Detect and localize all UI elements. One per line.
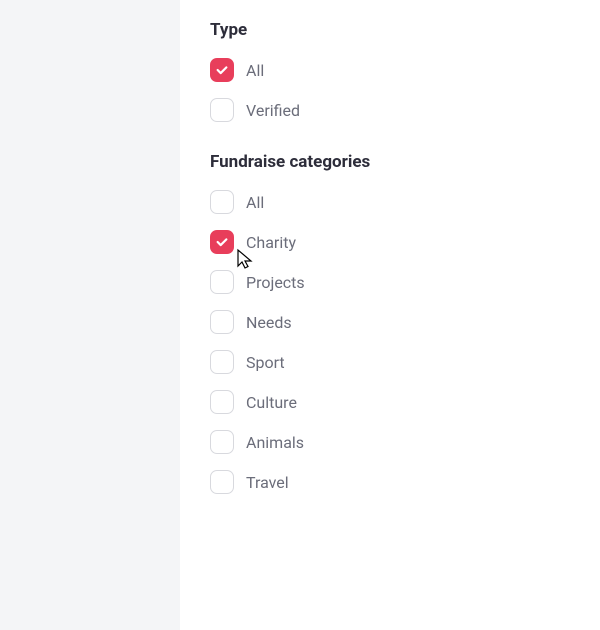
categories-title: Fundraise categories — [210, 152, 570, 172]
cursor-icon — [236, 248, 256, 272]
checkbox-category-needs[interactable] — [210, 310, 234, 334]
checkbox-category-sport[interactable] — [210, 350, 234, 374]
checkbox-category-culture[interactable] — [210, 390, 234, 414]
checkbox-category-all[interactable] — [210, 190, 234, 214]
type-label-verified: Verified — [246, 101, 300, 120]
checkbox-category-travel[interactable] — [210, 470, 234, 494]
type-option-all[interactable]: All — [210, 58, 570, 82]
type-label-all: All — [246, 61, 264, 80]
checkbox-category-projects[interactable] — [210, 270, 234, 294]
checkbox-category-charity[interactable] — [210, 230, 234, 254]
sidebar-spacer — [0, 0, 180, 630]
checkbox-category-animals[interactable] — [210, 430, 234, 454]
checkbox-verified[interactable] — [210, 98, 234, 122]
category-option-needs[interactable]: Needs — [210, 310, 570, 334]
type-title: Type — [210, 20, 570, 40]
category-option-sport[interactable]: Sport — [210, 350, 570, 374]
category-label-animals: Animals — [246, 433, 304, 452]
category-option-all[interactable]: All — [210, 190, 570, 214]
category-option-travel[interactable]: Travel — [210, 470, 570, 494]
checkmark-icon — [215, 63, 229, 77]
category-option-animals[interactable]: Animals — [210, 430, 570, 454]
category-label-projects: Projects — [246, 273, 305, 292]
checkbox-all[interactable] — [210, 58, 234, 82]
category-label-sport: Sport — [246, 353, 285, 372]
category-option-projects[interactable]: Projects — [210, 270, 570, 294]
filters-panel: Type All Verified Fundraise categories — [180, 0, 600, 630]
category-label-culture: Culture — [246, 393, 297, 412]
category-label-needs: Needs — [246, 313, 292, 332]
categories-section: Fundraise categories All Charity — [210, 152, 570, 494]
type-option-verified[interactable]: Verified — [210, 98, 570, 122]
category-label-all: All — [246, 193, 264, 212]
checkmark-icon — [215, 235, 229, 249]
type-section: Type All Verified — [210, 20, 570, 122]
category-option-culture[interactable]: Culture — [210, 390, 570, 414]
category-option-charity[interactable]: Charity — [210, 230, 570, 254]
category-label-charity: Charity — [246, 233, 296, 252]
category-label-travel: Travel — [246, 473, 289, 492]
